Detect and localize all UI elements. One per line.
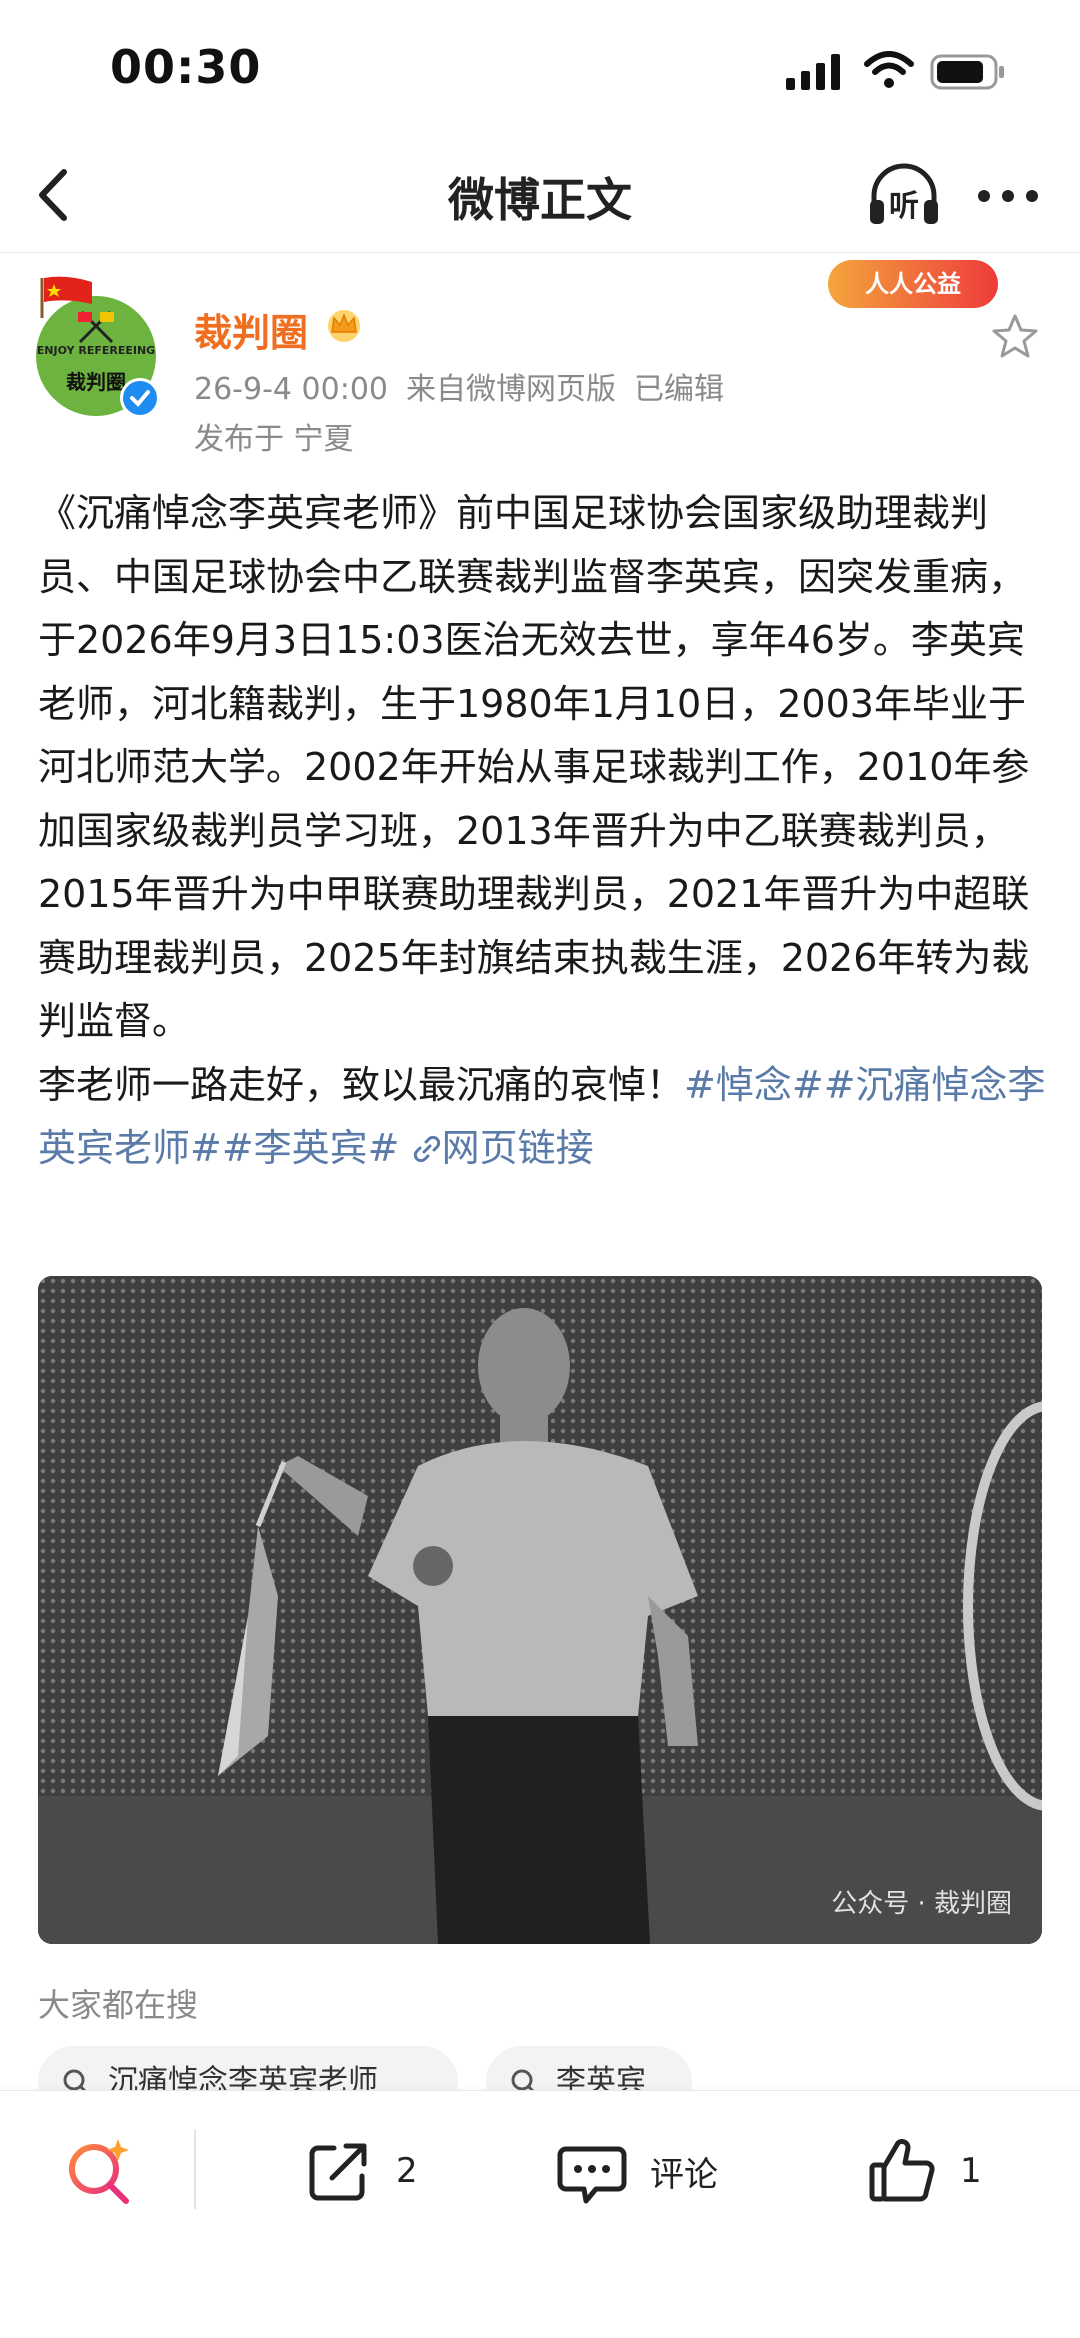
like-button[interactable]: 1 (866, 2131, 982, 2211)
image-watermark: 公众号 · 裁判圈 (831, 1889, 1012, 1919)
repost-button[interactable]: 2 (304, 2131, 418, 2211)
svg-text:听: 听 (889, 189, 919, 224)
star-icon[interactable] (990, 312, 1040, 362)
post-source: 来自微博网页版 (406, 372, 616, 407)
divider (194, 2129, 196, 2209)
more-icon[interactable] (972, 160, 1044, 232)
repost-icon (309, 2143, 367, 2201)
avatar-tagline: ENJOY REFEREEING (36, 344, 156, 357)
comment-icon (557, 2146, 627, 2204)
post-location: 发布于 宁夏 (194, 422, 354, 457)
web-link[interactable]: 网页链接 (412, 1126, 594, 1170)
search-spark-button[interactable] (62, 2131, 160, 2211)
status-bar: 00:30 (0, 0, 1080, 140)
listen-icon[interactable]: 听 (866, 160, 942, 232)
username[interactable]: 裁判圈 (194, 302, 308, 357)
like-icon (869, 2139, 935, 2202)
post-header: ENJOY REFEREEING 裁判圈 裁判圈 26-9-4 00:00 来自微… (0, 252, 1080, 462)
repost-count: 2 (396, 2151, 418, 2191)
topic-link[interactable]: #李英宾# (222, 1126, 400, 1170)
post-body: 《沉痛悼念李英宾老师》前中国足球协会国家级助理裁判员、中国足球协会中乙联赛裁判监… (38, 482, 1048, 1181)
verified-badge (120, 378, 160, 418)
post-closing-text: 李老师一路走好，致以最沉痛的哀悼！ (38, 1062, 685, 1107)
status-time: 00:30 (110, 40, 262, 94)
charity-badge[interactable]: 人人公益 (828, 260, 998, 308)
post-meta: 26-9-4 00:00 来自微博网页版 已编辑 (194, 364, 742, 408)
post-paragraph: 《沉痛悼念李英宾老师》前中国足球协会国家级助理裁判员、中国足球协会中乙联赛裁判监… (38, 491, 1030, 1043)
battery-icon (930, 54, 1004, 90)
post-timestamp: 26-9-4 00:00 (194, 372, 388, 407)
nav-bar: 微博正文 听 (0, 140, 1080, 253)
crown-icon (328, 310, 360, 342)
topic-link[interactable]: #悼念# (684, 1063, 824, 1107)
like-count: 1 (960, 2151, 982, 2191)
comment-label: 评论 (650, 2154, 718, 2195)
post-edited[interactable]: 已编辑 (634, 372, 724, 407)
flag-icon (40, 276, 92, 318)
signal-icon (786, 54, 840, 90)
post-closing: 李老师一路走好，致以最沉痛的哀悼！#悼念##沉痛悼念李英宾老师##李英宾# 网页… (38, 1054, 1048, 1181)
search-spark-icon (69, 2139, 129, 2204)
referee-photo (38, 1276, 1042, 1944)
web-link-label: 网页链接 (441, 1126, 594, 1170)
comment-button[interactable]: 评论 (556, 2131, 718, 2211)
wifi-icon (864, 51, 914, 88)
link-icon (413, 1135, 440, 1163)
search-section-label: 大家都在搜 (38, 1986, 199, 2024)
bottom-action-bar: 2 评论 1 (0, 2090, 1080, 2338)
post-image[interactable]: 公众号 · 裁判圈 (38, 1276, 1042, 1944)
